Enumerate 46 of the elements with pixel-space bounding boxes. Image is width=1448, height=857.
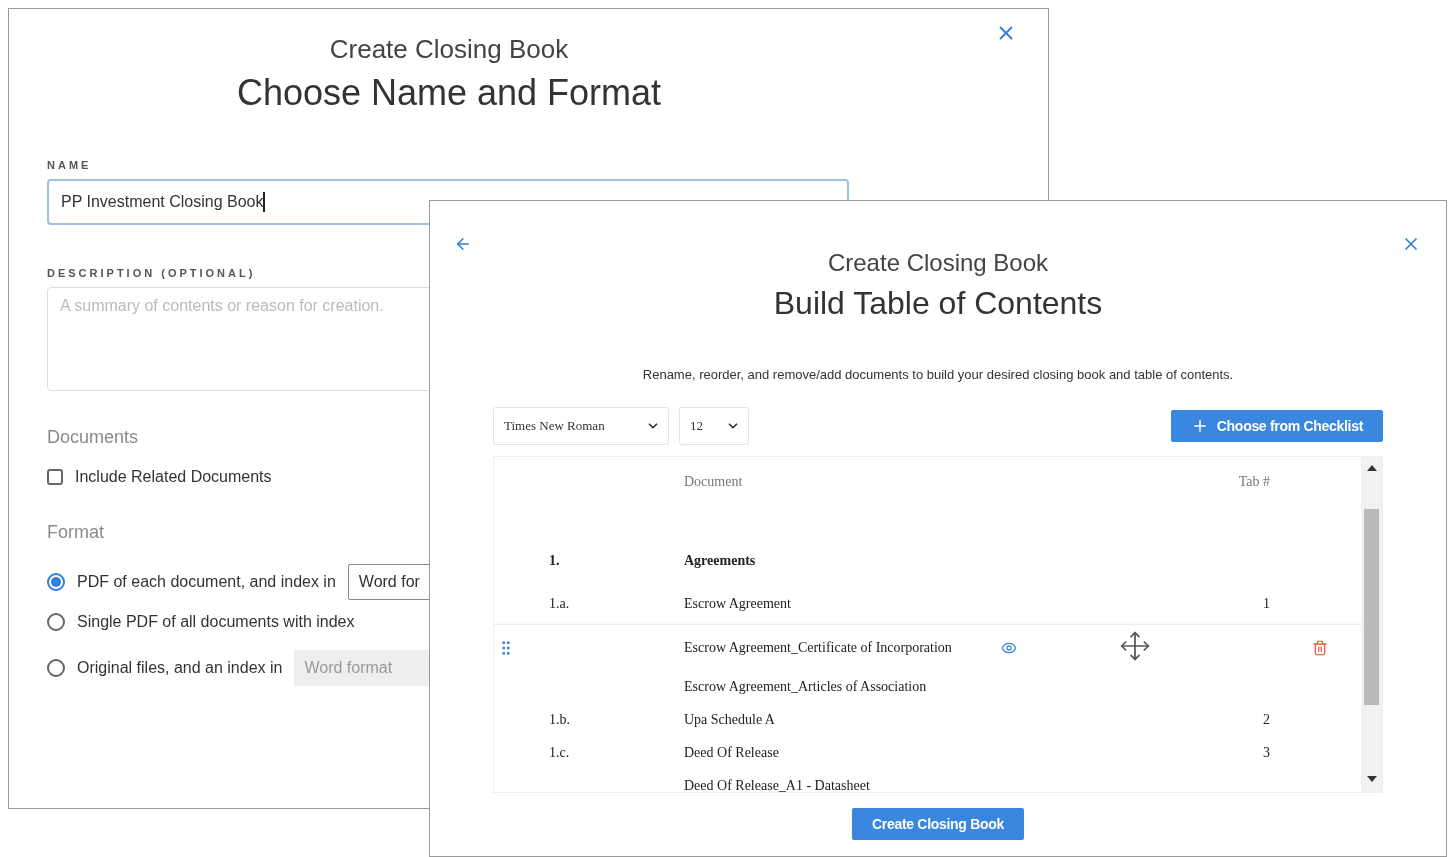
scroll-down-icon[interactable] bbox=[1366, 775, 1377, 783]
dialog-title: Choose Name and Format bbox=[236, 71, 662, 115]
tab-number: 3 bbox=[1263, 744, 1270, 761]
document-name: Deed Of Release bbox=[684, 744, 779, 761]
radio-button[interactable] bbox=[47, 659, 65, 677]
move-cursor-icon bbox=[1119, 630, 1151, 662]
back-icon[interactable] bbox=[454, 235, 472, 253]
checkbox-label: Include Related Documents bbox=[75, 468, 272, 486]
choose-from-checklist-button[interactable]: Choose from Checklist bbox=[1170, 410, 1383, 442]
option-label: Single PDF of all documents with index bbox=[77, 613, 355, 631]
section-heading: Documents bbox=[47, 427, 140, 448]
item-number: 1.b. bbox=[549, 711, 570, 728]
item-number: 1.c. bbox=[549, 744, 570, 761]
field-label: NAME bbox=[47, 159, 93, 171]
dragged-row[interactable]: Escrow Agreement_Certificate of Incorporation bbox=[494, 624, 1361, 670]
create-closing-book-button[interactable]: Create Closing Book bbox=[852, 808, 1024, 840]
column-header: Document bbox=[684, 474, 743, 490]
option-label: Original files, and an index in bbox=[77, 659, 283, 677]
section-title: Agreements bbox=[684, 552, 756, 569]
document-name: Escrow Agreement bbox=[684, 596, 791, 612]
eye-icon[interactable] bbox=[1001, 640, 1017, 656]
size-select[interactable]: 12 bbox=[679, 407, 749, 445]
scroll-up-icon[interactable] bbox=[1366, 464, 1377, 472]
scrollbar-thumb[interactable] bbox=[1364, 509, 1379, 705]
tab-number: 2 bbox=[1263, 711, 1270, 728]
column-header: Tab # bbox=[1238, 474, 1270, 490]
field-label: DESCRIPTION (OPTIONAL) bbox=[47, 267, 257, 279]
document-name: Escrow Agreement_Certificate of Incorporation bbox=[684, 639, 952, 656]
instructions-text: Rename, reorder, and remove/add documents to build your desired closing book and table of contents. bbox=[641, 367, 1235, 382]
item-number: 1. bbox=[549, 552, 560, 569]
option-label: PDF of each document, and index in bbox=[77, 573, 336, 591]
item-number: 1.a. bbox=[549, 596, 570, 612]
trash-icon[interactable] bbox=[1311, 639, 1328, 656]
document-name: Deed Of Release_A1 - Datasheet bbox=[684, 777, 870, 792]
radio-button[interactable] bbox=[47, 573, 65, 591]
dialog-subtitle: Create Closing Book bbox=[827, 248, 1049, 278]
tab-number: 1 bbox=[1263, 596, 1270, 612]
font-select[interactable]: Times New Roman bbox=[493, 407, 669, 445]
dialog-subtitle: Create Closing Book bbox=[329, 33, 569, 65]
radio-button[interactable] bbox=[47, 613, 65, 631]
document-name: Escrow Agreement_Articles of Association bbox=[684, 678, 927, 695]
checkbox[interactable] bbox=[47, 469, 63, 485]
section-heading: Format bbox=[47, 522, 105, 543]
dialog-title: Build Table of Contents bbox=[773, 284, 1103, 323]
document-name: Upa Schedule A bbox=[684, 711, 775, 728]
scrollbar[interactable] bbox=[1361, 457, 1382, 792]
